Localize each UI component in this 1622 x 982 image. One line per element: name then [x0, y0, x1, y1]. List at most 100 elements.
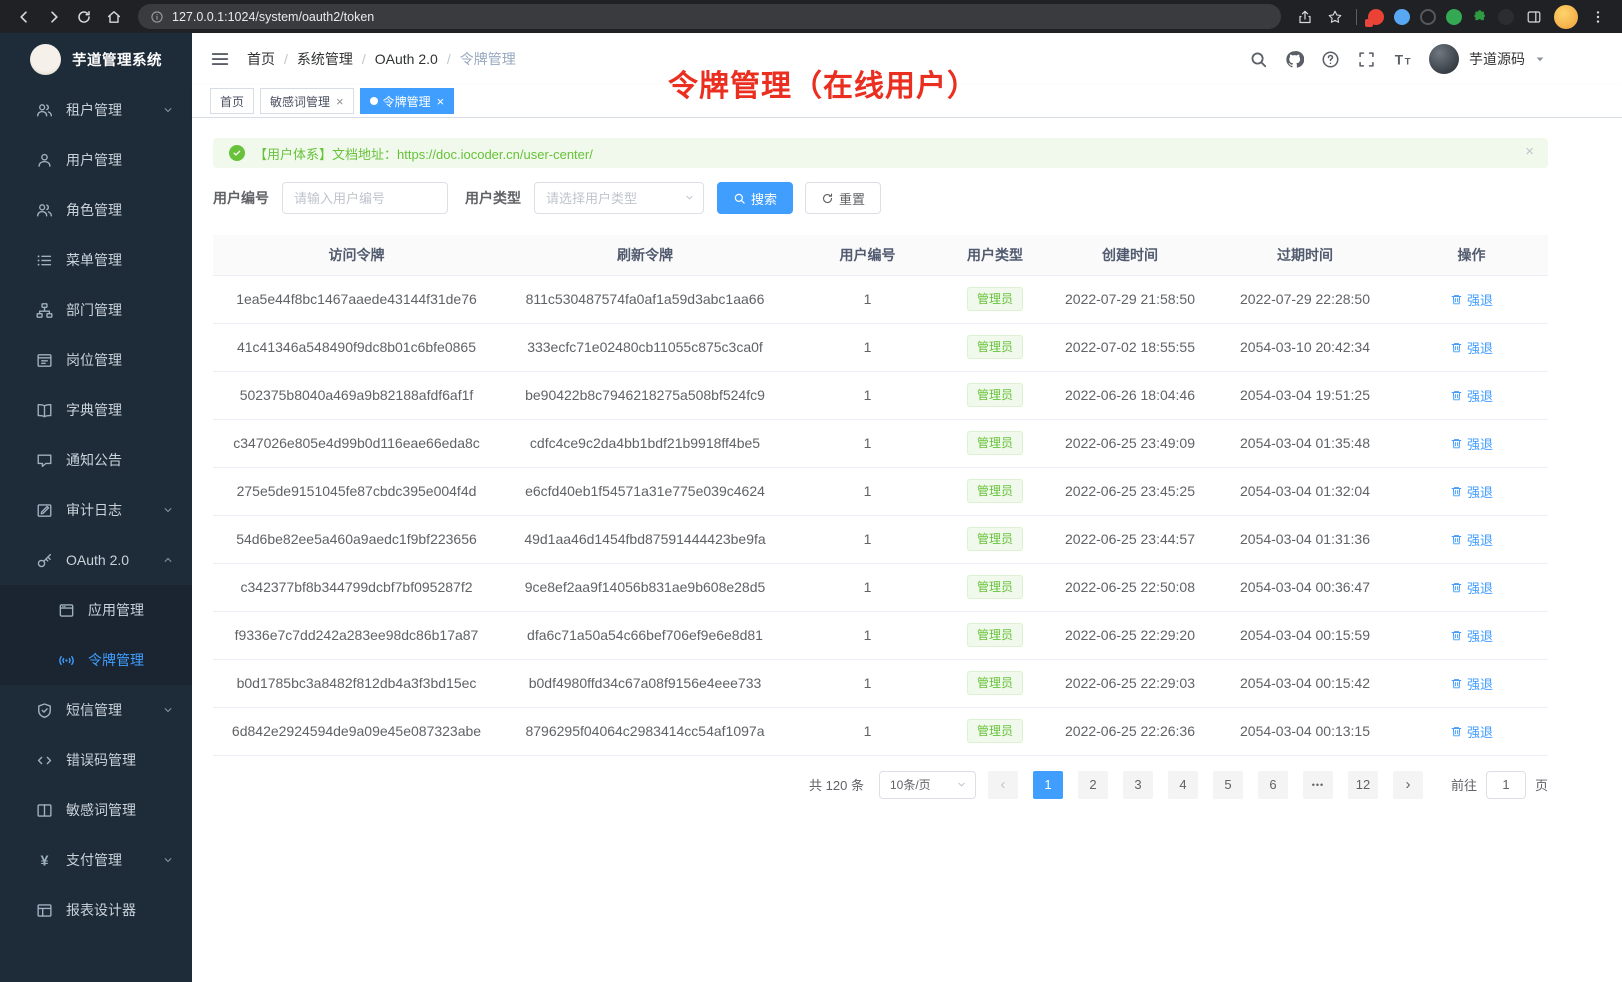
- sidebar-item-token[interactable]: 令牌管理: [0, 635, 192, 685]
- page-button-1[interactable]: 1: [1033, 771, 1063, 799]
- font-size-icon[interactable]: TT: [1393, 50, 1412, 69]
- expire-time-cell: 2054-03-10 20:42:34: [1215, 323, 1395, 371]
- sidebar-item-oauth2[interactable]: OAuth 2.0: [0, 535, 192, 585]
- force-logout-button[interactable]: 强退: [1450, 482, 1493, 501]
- page-button-4[interactable]: 4: [1168, 771, 1198, 799]
- sidebar-item-audit-log[interactable]: 审计日志: [0, 485, 192, 535]
- access-token-cell: 502375b8040a469a9b82188afdf6af1f: [213, 371, 500, 419]
- active-tab-dot: [370, 97, 378, 105]
- sidebar-item-notice[interactable]: 通知公告: [0, 435, 192, 485]
- success-check-icon: [229, 145, 245, 161]
- more-pages-button[interactable]: •••: [1303, 771, 1333, 799]
- sidebar-item-app[interactable]: 应用管理: [0, 585, 192, 635]
- sidebar-item-label: 审计日志: [66, 500, 149, 520]
- breadcrumb-item[interactable]: 系统管理: [297, 49, 353, 69]
- trash-icon: [1450, 677, 1463, 690]
- svg-text:¥: ¥: [41, 853, 49, 869]
- extension-dark-round-icon[interactable]: [1498, 9, 1514, 25]
- search-button[interactable]: 搜索: [717, 182, 793, 214]
- tab-敏感词管理[interactable]: 敏感词管理 ×: [260, 88, 354, 114]
- extension-blue-drop-icon[interactable]: [1394, 9, 1410, 25]
- page-button-6[interactable]: 6: [1258, 771, 1288, 799]
- browser-back-button[interactable]: [10, 3, 38, 31]
- force-logout-button[interactable]: 强退: [1450, 338, 1493, 357]
- browser-address-bar[interactable]: 127.0.0.1:1024/system/oauth2/token: [138, 4, 1281, 29]
- force-logout-button[interactable]: 强退: [1450, 290, 1493, 309]
- browser-share-button[interactable]: [1291, 3, 1319, 31]
- breadcrumb-item[interactable]: 首页: [247, 49, 275, 69]
- extension-green-puzzle-icon[interactable]: [1472, 9, 1488, 25]
- sidebar-toggle-button[interactable]: [210, 49, 230, 69]
- caret-down-icon[interactable]: [1534, 53, 1546, 65]
- force-logout-button[interactable]: 强退: [1450, 530, 1493, 549]
- sidebar-item-dict[interactable]: 字典管理: [0, 385, 192, 435]
- list-icon: [36, 252, 53, 269]
- page-button-5[interactable]: 5: [1213, 771, 1243, 799]
- table-header-row: 访问令牌刷新令牌用户编号用户类型创建时间过期时间操作: [213, 235, 1548, 275]
- sidebar-item-sensitive-word[interactable]: 敏感词管理: [0, 785, 192, 835]
- force-logout-button[interactable]: 强退: [1450, 434, 1493, 453]
- sidebar-item-payment[interactable]: ¥支付管理: [0, 835, 192, 885]
- user-id-input[interactable]: [282, 182, 448, 214]
- sidebar-item-role[interactable]: 角色管理: [0, 185, 192, 235]
- username[interactable]: 芋道源码: [1469, 49, 1525, 69]
- force-logout-button[interactable]: 强退: [1450, 626, 1493, 645]
- force-logout-button[interactable]: 强退: [1450, 578, 1493, 597]
- extension-dark-ring-icon[interactable]: [1420, 9, 1436, 25]
- force-logout-button[interactable]: 强退: [1450, 722, 1493, 741]
- chevron-down-icon: [162, 504, 174, 516]
- page-button-3[interactable]: 3: [1123, 771, 1153, 799]
- tab-label: 敏感词管理: [270, 93, 330, 110]
- browser-home-button[interactable]: [100, 3, 128, 31]
- browser-forward-button[interactable]: [40, 3, 68, 31]
- sidebar-item-label: 用户管理: [66, 150, 174, 170]
- reset-button[interactable]: 重置: [805, 182, 881, 214]
- extension-badge: [1365, 19, 1373, 27]
- sidebar-item-dept[interactable]: 部门管理: [0, 285, 192, 335]
- expire-time-cell: 2022-07-29 22:28:50: [1215, 275, 1395, 323]
- doc-link[interactable]: https://doc.iocoder.cn/user-center/: [397, 147, 593, 162]
- sidebar-item-tenant[interactable]: 租户管理: [0, 85, 192, 135]
- help-icon[interactable]: [1321, 50, 1340, 69]
- search-icon[interactable]: [1249, 50, 1268, 69]
- next-page-button[interactable]: ›: [1393, 771, 1423, 799]
- site-info-icon[interactable]: [150, 10, 164, 24]
- breadcrumb-item[interactable]: OAuth 2.0: [375, 51, 438, 67]
- page-size-select[interactable]: 10条/页: [879, 771, 976, 799]
- sidebar-item-user[interactable]: 用户管理: [0, 135, 192, 185]
- browser-side-panel-button[interactable]: [1520, 3, 1548, 31]
- force-logout-button[interactable]: 强退: [1450, 386, 1493, 405]
- sidebar-item-error-code[interactable]: 错误码管理: [0, 735, 192, 785]
- prev-page-button[interactable]: ‹: [988, 771, 1018, 799]
- fullscreen-icon[interactable]: [1357, 50, 1376, 69]
- force-logout-button[interactable]: 强退: [1450, 674, 1493, 693]
- extension-green-circle-icon[interactable]: [1446, 9, 1462, 25]
- sidebar-item-label: 租户管理: [66, 100, 149, 120]
- tab-首页[interactable]: 首页: [210, 88, 254, 114]
- breadcrumb-separator: /: [447, 51, 451, 67]
- github-icon[interactable]: [1285, 50, 1304, 69]
- extension-colorful-icon[interactable]: [1368, 9, 1384, 25]
- browser-menu-button[interactable]: [1584, 3, 1612, 31]
- alert-close-icon[interactable]: ×: [1525, 144, 1534, 159]
- browser-reload-button[interactable]: [70, 3, 98, 31]
- sidebar-item-sms[interactable]: 短信管理: [0, 685, 192, 735]
- tab-label: 首页: [220, 93, 244, 110]
- tab-close-icon[interactable]: ×: [437, 95, 445, 108]
- sidebar-item-menu[interactable]: 菜单管理: [0, 235, 192, 285]
- badge-icon: [36, 352, 53, 369]
- goto-page-input[interactable]: [1486, 771, 1526, 799]
- browser-bookmark-button[interactable]: [1321, 3, 1349, 31]
- user-avatar[interactable]: [1429, 44, 1459, 74]
- browser-profile-avatar[interactable]: [1554, 5, 1578, 29]
- create-time-cell: 2022-06-25 23:44:57: [1045, 515, 1215, 563]
- page-button-12[interactable]: 12: [1348, 771, 1378, 799]
- user-type-select[interactable]: [534, 182, 704, 214]
- tab-close-icon[interactable]: ×: [336, 95, 344, 108]
- sidebar-item-post[interactable]: 岗位管理: [0, 335, 192, 385]
- edit-icon: [36, 502, 53, 519]
- page-button-2[interactable]: 2: [1078, 771, 1108, 799]
- user-type-select-input[interactable]: [534, 182, 704, 214]
- sidebar-item-report-designer[interactable]: 报表设计器: [0, 885, 192, 935]
- tab-令牌管理[interactable]: 令牌管理×: [360, 88, 455, 114]
